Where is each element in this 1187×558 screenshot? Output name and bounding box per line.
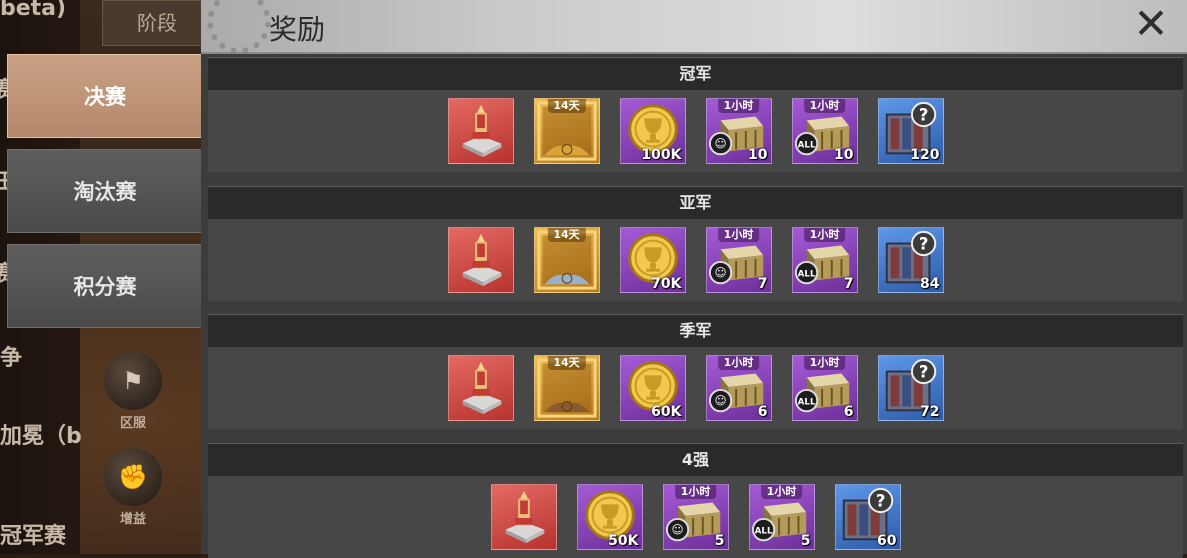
svg-text:☺: ☺ [714, 393, 726, 407]
modal-title: 奖励 [269, 13, 326, 46]
quantity-label: 10 [834, 147, 854, 163]
reward-item[interactable]: ALL 1小时 6 [791, 355, 858, 421]
buff-nav-button[interactable]: ✊ 增益 [100, 448, 166, 527]
tier-title: 4强 [208, 444, 1183, 476]
modal-header: 奖励 ✕ [201, 0, 1187, 54]
reward-item[interactable] [447, 98, 514, 164]
server-nav-button[interactable]: ⚑ 区服 [100, 352, 166, 431]
quantity-label: 5 [800, 533, 811, 549]
quantity-label: 6 [843, 404, 854, 420]
reward-item[interactable]: 60K [619, 355, 686, 421]
reward-item[interactable] [490, 484, 557, 550]
duration-label: 14天 [547, 356, 586, 370]
background-text: 加冕（b [0, 424, 82, 449]
reward-item-row: 14天 70K ☺ 1小时 7 ALL 1小时 7 84 [208, 219, 1183, 293]
svg-text:ALL: ALL [797, 140, 815, 150]
tab-points[interactable]: 积分赛 [7, 244, 203, 328]
quantity-label: 84 [920, 276, 940, 292]
quantity-label: 50K [608, 533, 639, 549]
server-nav-label: 区服 [119, 416, 146, 431]
reward-item[interactable]: ALL 1小时 7 [791, 227, 858, 293]
duration-label: 1小时 [803, 99, 846, 113]
tier-title: 冠军 [208, 58, 1183, 90]
buff-nav-label: 增益 [119, 512, 146, 527]
quantity-label: 10 [748, 147, 768, 163]
background-text: 冠军赛 [0, 524, 67, 549]
reward-item[interactable]: 70K [619, 227, 686, 293]
fist-icon: ✊ [104, 448, 162, 506]
duration-label: 1小时 [803, 356, 846, 370]
quantity-label: 60K [651, 404, 682, 420]
reward-item[interactable]: 50K [576, 484, 643, 550]
reward-item[interactable]: ☺ 1小时 5 [662, 484, 729, 550]
duration-label: 1小时 [760, 485, 803, 499]
reward-item-row: 14天 60K ☺ 1小时 6 ALL 1小时 6 72 [208, 347, 1183, 421]
reward-item[interactable]: ALL 1小时 5 [748, 484, 815, 550]
reward-tier: 4强 50K ☺ 1小时 5 ALL 1小时 5 60 [208, 443, 1183, 558]
reward-item-row: 50K ☺ 1小时 5 ALL 1小时 5 60 [208, 476, 1183, 550]
tab-knockout[interactable]: 淘汰赛 [7, 149, 203, 233]
gear-icon [207, 0, 271, 54]
flag-icon: ⚑ [104, 352, 162, 410]
reward-tier: 冠军 14天 100K ☺ 1小时 10 ALL 1小时 10 120 [208, 57, 1183, 172]
svg-text:☺: ☺ [714, 136, 726, 150]
reward-item[interactable]: 72 [877, 355, 944, 421]
duration-label: 14天 [547, 228, 586, 242]
reward-item[interactable]: ☺ 1小时 10 [705, 98, 772, 164]
stage-tab[interactable]: 阶段 [102, 0, 212, 46]
tier-title: 亚军 [208, 187, 1183, 219]
svg-text:ALL: ALL [797, 397, 815, 407]
throne-icon [449, 356, 513, 420]
rewards-modal: 奖励 ✕ 冠军 14天 100K ☺ 1小时 10 ALL 1小时 10 120 亚军 14天 70K ☺… [201, 0, 1187, 558]
duration-label: 14天 [547, 99, 586, 113]
reward-tier: 亚军 14天 70K ☺ 1小时 7 ALL 1小时 7 84 [208, 186, 1183, 301]
reward-item[interactable]: 14天 [533, 355, 600, 421]
quantity-label: 60 [877, 533, 897, 549]
reward-item[interactable]: 84 [877, 227, 944, 293]
close-icon[interactable]: ✕ [1129, 2, 1173, 46]
svg-text:☺: ☺ [714, 265, 726, 279]
throne-icon [449, 99, 513, 163]
throne-icon [492, 485, 556, 549]
quantity-label: 70K [651, 276, 682, 292]
duration-label: 1小时 [674, 485, 717, 499]
quantity-label: 7 [843, 276, 854, 292]
reward-item[interactable]: 100K [619, 98, 686, 164]
quantity-label: 7 [757, 276, 768, 292]
quantity-label: 6 [757, 404, 768, 420]
reward-item[interactable]: 120 [877, 98, 944, 164]
duration-label: 1小时 [717, 99, 760, 113]
reward-item[interactable]: 14天 [533, 98, 600, 164]
reward-item[interactable]: ☺ 1小时 7 [705, 227, 772, 293]
quantity-label: 72 [920, 404, 940, 420]
svg-text:☺: ☺ [671, 522, 683, 536]
quantity-label: 120 [910, 147, 940, 163]
reward-item[interactable]: ALL 1小时 10 [791, 98, 858, 164]
svg-text:ALL: ALL [754, 526, 772, 536]
throne-icon [449, 228, 513, 292]
tier-title: 季军 [208, 315, 1183, 347]
quantity-label: 5 [714, 533, 725, 549]
svg-text:ALL: ALL [797, 269, 815, 279]
duration-label: 1小时 [717, 356, 760, 370]
duration-label: 1小时 [803, 228, 846, 242]
reward-item[interactable] [447, 355, 514, 421]
reward-item[interactable]: ☺ 1小时 6 [705, 355, 772, 421]
reward-item[interactable] [447, 227, 514, 293]
reward-tier: 季军 14天 60K ☺ 1小时 6 ALL 1小时 6 72 [208, 314, 1183, 429]
reward-item[interactable]: 60 [834, 484, 901, 550]
reward-item-row: 14天 100K ☺ 1小时 10 ALL 1小时 10 120 [208, 90, 1183, 164]
reward-item[interactable]: 14天 [533, 227, 600, 293]
background-text: 争 [0, 346, 23, 371]
background-text: beta) [0, 0, 67, 21]
duration-label: 1小时 [717, 228, 760, 242]
tab-final[interactable]: 决赛 [7, 54, 203, 138]
quantity-label: 100K [641, 147, 682, 163]
